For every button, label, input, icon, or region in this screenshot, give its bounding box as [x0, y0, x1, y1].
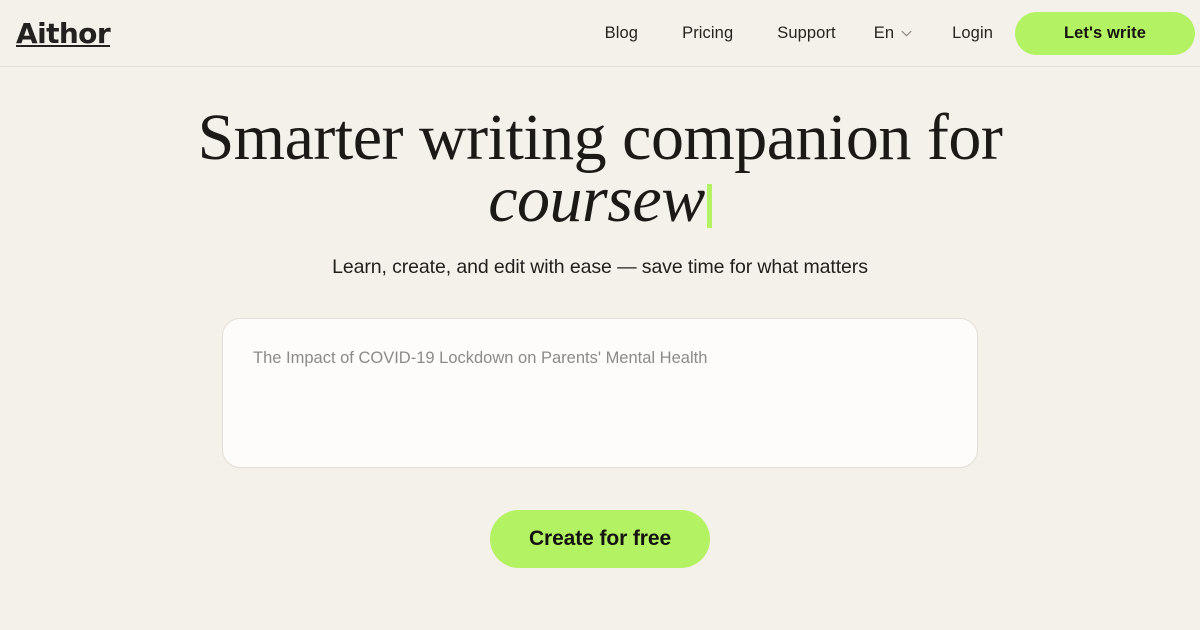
prompt-input-container[interactable] [222, 318, 978, 468]
brand-logo[interactable]: Aithor [16, 17, 111, 50]
typing-cursor [706, 184, 712, 228]
hero-subtitle: Learn, create, and edit with ease — save… [332, 256, 868, 278]
login-link[interactable]: Login [952, 24, 993, 43]
hero-section: Smarter writing companion for coursew Le… [0, 67, 1200, 630]
lets-write-button[interactable]: Let's write [1015, 12, 1195, 55]
page-title: Smarter writing companion for coursew [100, 105, 1100, 233]
nav-item-blog[interactable]: Blog [605, 24, 638, 43]
create-for-free-button[interactable]: Create for free [490, 510, 710, 568]
landing-page: Aithor Blog Pricing Support En Login Let… [0, 0, 1200, 630]
nav-item-support[interactable]: Support [777, 24, 836, 43]
language-selector-label: En [873, 24, 895, 42]
headline-line-2-animated: coursew [100, 167, 1100, 233]
site-header: Aithor Blog Pricing Support En Login Let… [0, 0, 1200, 67]
nav-item-pricing[interactable]: Pricing [682, 24, 733, 43]
main-navigation: Blog Pricing Support En Login Let's writ… [605, 0, 1200, 67]
chevron-down-icon [901, 30, 912, 37]
prompt-textarea[interactable] [223, 319, 977, 467]
language-selector[interactable]: En [874, 24, 912, 43]
headline-typed-word: coursew [488, 163, 705, 236]
